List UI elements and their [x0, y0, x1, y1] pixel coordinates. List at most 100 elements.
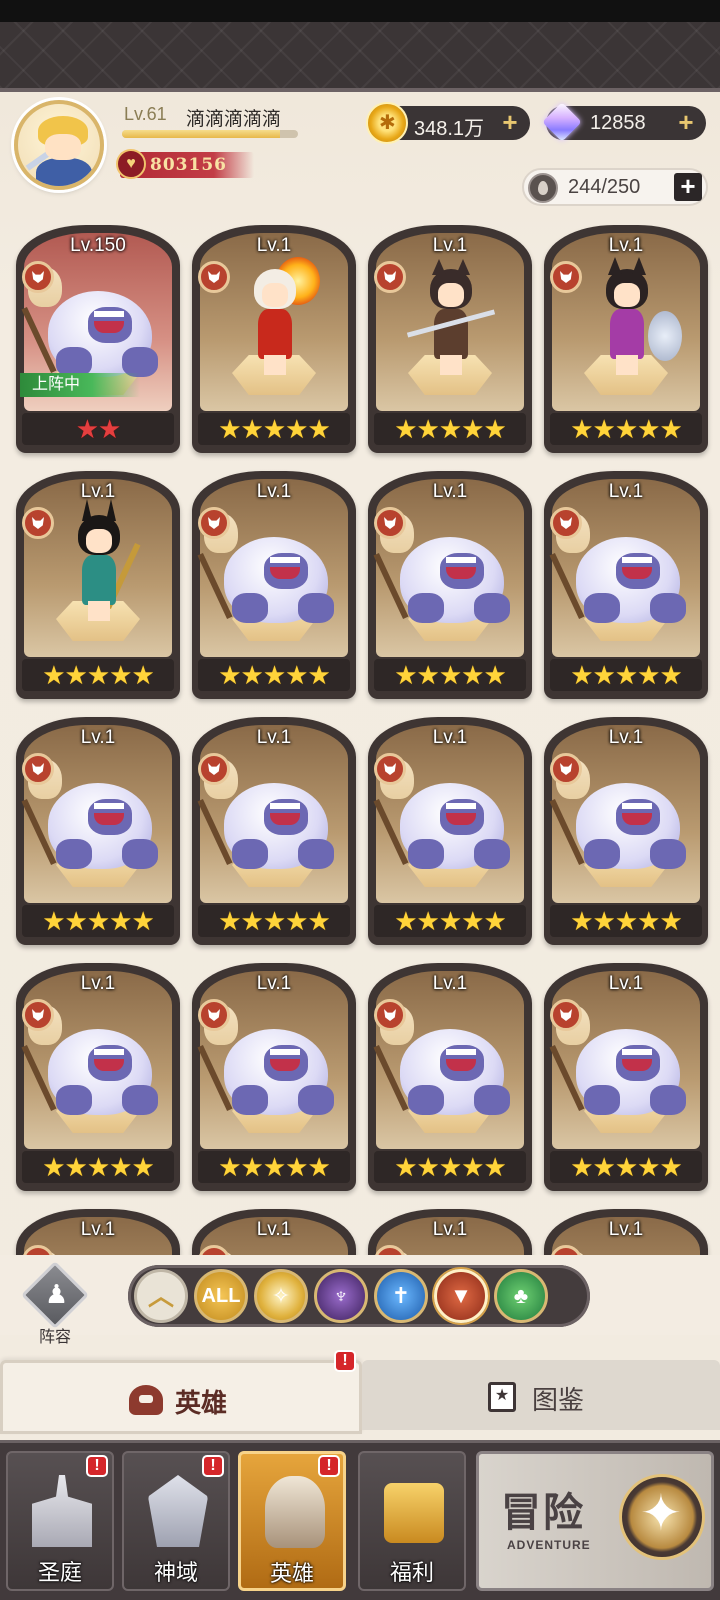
faction-filter-bar: ︿ ALL ✧ ♆ ✝ ▼ ♣: [128, 1265, 590, 1327]
beast-faction-icon: [374, 753, 406, 785]
yeti-hero-sprite: [21, 267, 160, 385]
hero-level: Lv.1: [432, 481, 468, 502]
tab-hero[interactable]: 英雄: [0, 1360, 362, 1434]
nav-welfare-label: 福利: [389, 1560, 434, 1585]
lineup-icon: [21, 1261, 89, 1329]
bottom-navigation: 圣庭 ! 神域 ! 英雄 ! 福利 冒险 ADVENTURE: [0, 1440, 720, 1600]
beast-faction-icon: [22, 753, 54, 785]
beast-faction-icon: [374, 507, 406, 539]
hero-level: Lv.1: [608, 235, 644, 256]
lineup-button[interactable]: 阵容: [21, 1261, 89, 1346]
star-icons: ★★★★★: [42, 1152, 155, 1182]
beast-faction-icon: [198, 507, 230, 539]
hero-card[interactable]: Lv.1★★★★★: [192, 717, 356, 945]
chevron-up-icon: ︿: [147, 1281, 174, 1311]
castle-icon: [32, 1475, 92, 1547]
top-decorative-banner: [0, 22, 720, 92]
nav-hero-label: 英雄: [269, 1561, 314, 1586]
filter-area: 阵容 ︿ ALL ✧ ♆ ✝ ▼ ♣: [0, 1255, 720, 1346]
beast-faction-icon: [550, 507, 582, 539]
yeti-hero-sprite: [373, 759, 512, 877]
adventure-button[interactable]: 冒险 ADVENTURE: [476, 1451, 714, 1591]
nav-domain-label: 神域: [153, 1560, 198, 1585]
hero-level: Lv.1: [256, 235, 292, 256]
player-avatar[interactable]: [14, 100, 104, 190]
hero-capacity: 244/250 +: [522, 168, 708, 206]
star-icons: ★★★★★: [394, 906, 507, 936]
star-rating: ★★★★★: [550, 659, 702, 691]
star-icons: ★★: [75, 414, 122, 444]
tab-codex-label: 图鉴: [532, 1385, 585, 1415]
beast-faction-icon: [198, 753, 230, 785]
coin-counter: 348.1万 +: [366, 102, 530, 144]
expand-capacity-button[interactable]: +: [674, 173, 702, 201]
hero-card[interactable]: Lv.1 ★★★★★: [544, 717, 708, 945]
power-icon: ♥: [116, 149, 146, 179]
star-rating: ★★★★★: [22, 659, 174, 691]
diamond-icon: [542, 102, 584, 144]
treasure-chest-icon: [384, 1483, 444, 1543]
hero-card[interactable]: Lv.1★★★★★: [16, 471, 180, 699]
tab-codex[interactable]: ★ 图鉴: [362, 1360, 720, 1430]
star-rating: ★★★★★: [198, 659, 350, 691]
hero-card[interactable]: Lv.1★★★★★: [544, 963, 708, 1191]
nav-welfare[interactable]: 福利: [358, 1451, 466, 1591]
star-icons: ★★★★★: [394, 1152, 507, 1182]
star-icons: ★★★★★: [218, 906, 331, 936]
hero-card[interactable]: Lv.1★★★★★: [544, 225, 708, 453]
hero-card[interactable]: Lv.1★★★★★: [368, 963, 532, 1191]
hero-card[interactable]: Lv.1★★★★★: [16, 1209, 180, 1255]
hero-grid: Lv.150 上阵中 ★★ Lv.1 ★★★★★ Lv.1 ★★★★★ Lv.1 ★★★★★ Lv…: [0, 225, 720, 1255]
star-rating: ★★★★★: [374, 659, 526, 691]
hero-card[interactable]: Lv.1★★★★★: [544, 471, 708, 699]
avatar-body: [36, 158, 92, 186]
star-icons: ★★★★★: [218, 660, 331, 690]
hero-tab-alert-badge: !: [334, 1350, 356, 1372]
collapse-filter-button[interactable]: ︿: [134, 1269, 188, 1323]
hero-level: Lv.1: [80, 727, 116, 748]
holy-faction-icon[interactable]: ✝: [374, 1269, 428, 1323]
hero-level: Lv.1: [608, 1219, 644, 1240]
hero-card[interactable]: Lv.1★★★★★: [192, 471, 356, 699]
lineup-label: 阵容: [38, 1329, 71, 1346]
beast-faction-icon[interactable]: ▼: [434, 1269, 488, 1323]
star-rating: ★★★★★: [198, 1151, 350, 1183]
beast-faction-icon: [374, 261, 406, 293]
hero-level: Lv.1: [256, 1219, 292, 1240]
hero-card[interactable]: Lv.1★★★★★: [368, 225, 532, 453]
adventure-label: 冒险: [501, 1491, 585, 1535]
tab-hero-label: 英雄: [175, 1388, 228, 1418]
hero-card[interactable]: Lv.1★★★★★: [544, 1209, 708, 1255]
cat-hero-sprite: [406, 265, 496, 377]
dark-faction-icon[interactable]: ♆: [314, 1269, 368, 1323]
hero-level: Lv.150: [70, 235, 126, 256]
hero-card[interactable]: Lv.1 ★★★★★: [368, 471, 532, 699]
adventure-subtitle: ADVENTURE: [507, 1538, 591, 1552]
hero-card[interactable]: Lv.1★★★★★: [368, 1209, 532, 1255]
hero-card[interactable]: Lv.150 上阵中 ★★: [16, 225, 180, 453]
coin-icon: [366, 102, 408, 144]
hero-level: Lv.1: [432, 235, 468, 256]
codex-book-icon: ★: [488, 1382, 516, 1412]
hero-card[interactable]: Lv.1★★★★★: [192, 1209, 356, 1255]
hero-level: Lv.1: [608, 727, 644, 748]
filter-all-button[interactable]: ALL: [194, 1269, 248, 1323]
beast-faction-icon: [198, 261, 230, 293]
hero-card[interactable]: Lv.1★★★★★: [16, 717, 180, 945]
helmet-icon: [129, 1385, 163, 1415]
star-rating: ★★★★★: [550, 905, 702, 937]
light-faction-icon[interactable]: ✧: [254, 1269, 308, 1323]
star-icons: ★★★★★: [218, 414, 331, 444]
beast-faction-icon: [198, 999, 230, 1031]
hero-card[interactable]: Lv.1★★★★★: [192, 963, 356, 1191]
yeti-hero-sprite: [197, 759, 336, 877]
star-icons: ★★★★★: [218, 1152, 331, 1182]
hero-card[interactable]: Lv.1★★★★★: [368, 717, 532, 945]
domain-alert-badge: !: [202, 1455, 224, 1477]
add-gems-button[interactable]: +: [674, 109, 698, 135]
horned-helmet-icon: [265, 1476, 325, 1548]
hero-card[interactable]: Lv.1★★★★★: [16, 963, 180, 1191]
add-coins-button[interactable]: +: [498, 109, 522, 135]
nature-faction-icon[interactable]: ♣: [494, 1269, 548, 1323]
hero-card[interactable]: Lv.1 ★★★★★: [192, 225, 356, 453]
